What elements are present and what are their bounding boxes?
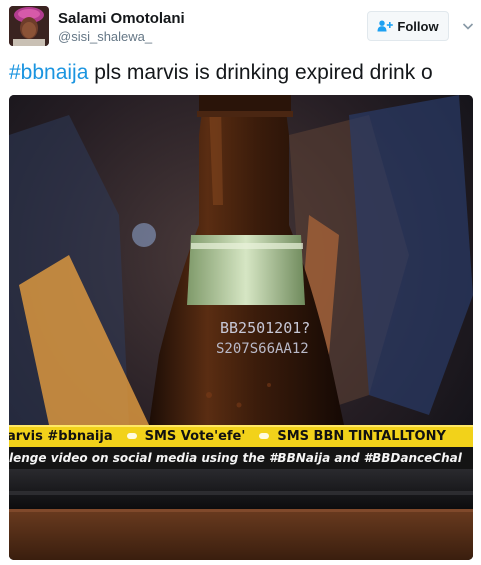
ticker-line-1: arvis #bbnaija SMS Vote'efe' SMS BBN TIN…: [9, 425, 473, 447]
follow-label: Follow: [397, 18, 439, 34]
tv-screen-photo: BB2501201? S207S66AA12: [9, 95, 473, 560]
ticker-dot-icon: [259, 433, 270, 439]
ticker-dot-icon: [126, 433, 137, 439]
tweet-menu-button[interactable]: [461, 19, 475, 33]
avatar[interactable]: [9, 6, 49, 46]
avatar-photo-icon: [9, 6, 49, 46]
author-name[interactable]: Salami Omotolani: [58, 10, 185, 27]
add-user-icon: [377, 20, 394, 32]
tweet-card: Salami Omotolani @sisi_shalewa_ Follow #…: [0, 0, 481, 565]
follow-button[interactable]: Follow: [367, 11, 449, 41]
tweet-photo[interactable]: BB2501201? S207S66AA12 arvis #bbnaija SM…: [9, 95, 473, 560]
ticker-item: SMS Vote'efe': [144, 428, 246, 444]
tweet-text: #bbnaija pls marvis is drinking expired …: [9, 60, 433, 86]
author-handle[interactable]: @sisi_shalewa_: [58, 29, 152, 44]
tweet-body: pls marvis is drinking expired drink o: [88, 61, 433, 84]
hashtag-link[interactable]: #bbnaija: [9, 61, 88, 84]
chevron-down-icon: [462, 23, 474, 30]
bottle-code-line1: BB2501201?: [220, 319, 310, 337]
ticker-line-2: lenge video on social media using the #B…: [9, 451, 462, 465]
ticker-item: arvis #bbnaija: [9, 428, 113, 444]
bottle-code-line2: S207S66AA12: [216, 341, 309, 357]
ticker-item: SMS BBN TINTALLTONY: [277, 428, 446, 444]
